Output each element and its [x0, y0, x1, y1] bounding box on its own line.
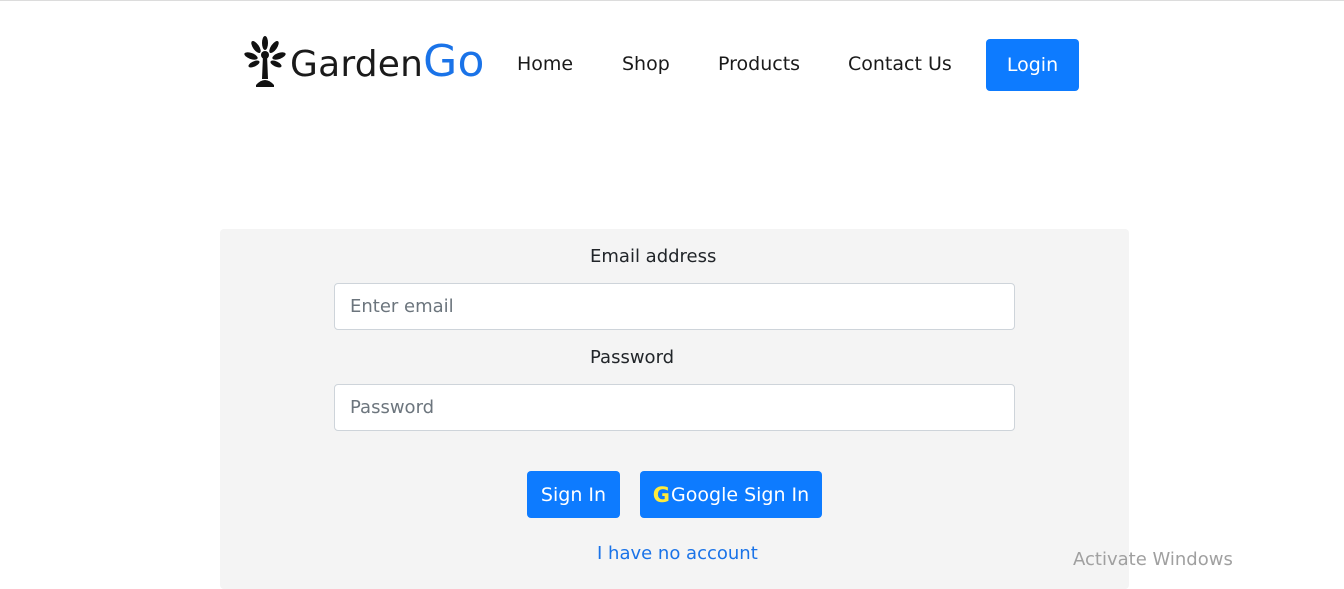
no-account-link[interactable]: I have no account: [597, 543, 758, 564]
activate-windows-watermark: Activate Windows: [1073, 549, 1233, 570]
google-sign-in-label: Google Sign In: [671, 483, 810, 506]
navbar: GardenGo Home Shop Products Contact Us L…: [0, 0, 1344, 120]
google-icon: G: [652, 482, 671, 507]
email-input[interactable]: [334, 283, 1015, 330]
brand-logo[interactable]: GardenGo: [244, 34, 485, 90]
brand-name: GardenGo: [290, 40, 485, 84]
brand-name-part2: Go: [423, 36, 485, 87]
nav-home[interactable]: Home: [517, 53, 573, 75]
brand-name-part1: Garden: [290, 44, 424, 85]
nav-contact-us[interactable]: Contact Us: [848, 53, 952, 75]
google-sign-in-button[interactable]: G Google Sign In: [640, 471, 822, 518]
password-label: Password: [590, 347, 675, 368]
password-input[interactable]: [334, 384, 1015, 431]
nav-products[interactable]: Products: [718, 53, 800, 75]
login-button[interactable]: Login: [986, 39, 1079, 91]
email-label: Email address: [590, 246, 717, 267]
tree-icon: [244, 36, 286, 87]
sign-in-button[interactable]: Sign In: [527, 471, 620, 518]
nav-shop[interactable]: Shop: [622, 53, 670, 75]
